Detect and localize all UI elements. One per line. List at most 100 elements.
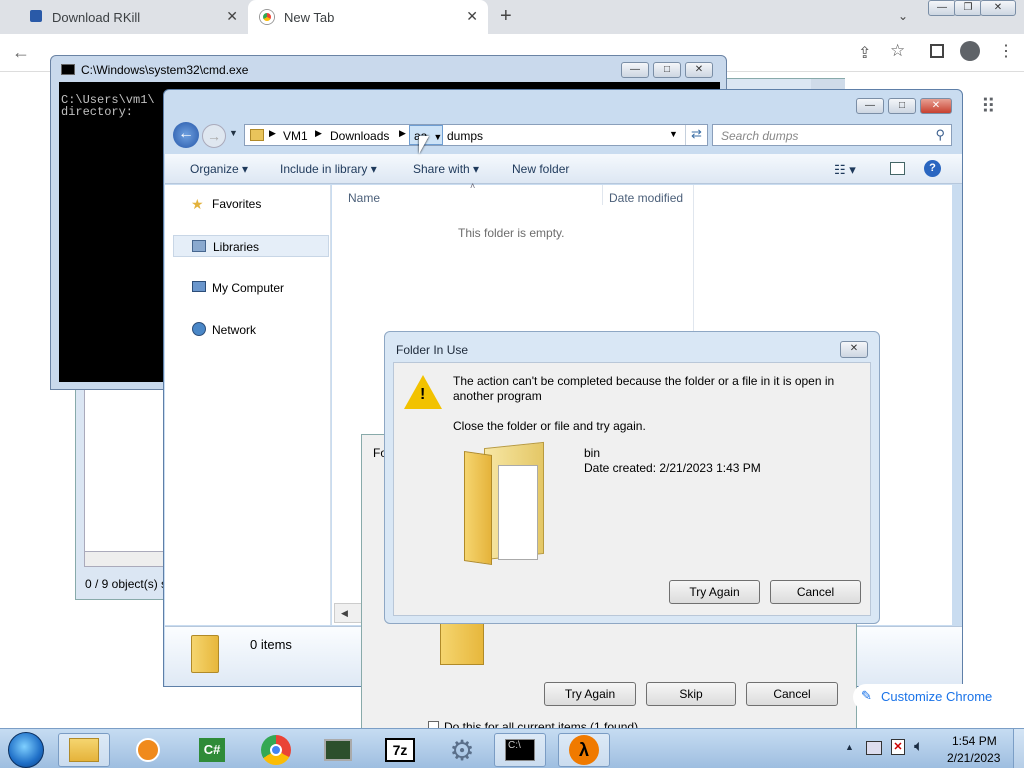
library-icon (192, 240, 206, 252)
cmd-minimize-button[interactable]: — (621, 62, 649, 78)
volume-icon[interactable]: 🔈︎ (914, 738, 924, 756)
try-again-button[interactable]: Try Again (669, 580, 760, 604)
csharp-icon: C# (199, 738, 225, 762)
show-hidden-icons-icon[interactable]: ▲ (845, 742, 854, 752)
column-name[interactable]: Name (348, 191, 380, 205)
organize-menu[interactable]: Organize ▾ (190, 162, 248, 176)
tab-label: New Tab (284, 9, 335, 25)
cmd-icon (61, 64, 75, 75)
command-bar: Organize ▾ Include in library ▾ Share wi… (165, 154, 962, 184)
cmd-close-button[interactable]: ✕ (685, 62, 713, 78)
search-input[interactable]: Search dumps ⚲ (712, 124, 952, 146)
clock-date[interactable]: 2/21/2023 (947, 751, 1000, 765)
tab-label: Download RKill (52, 9, 141, 25)
horizontal-scrollbar[interactable]: ◀ (334, 603, 364, 623)
side-panel-icon[interactable] (930, 44, 944, 58)
taskbar-task-manager[interactable] (312, 733, 364, 767)
breadcrumb-dumps[interactable]: dumps (447, 129, 483, 143)
try-again-button[interactable]: Try Again (544, 682, 636, 706)
horizontal-scrollbar[interactable] (84, 551, 164, 567)
cmd-title: C:\Windows\system32\cmd.exe (81, 63, 249, 77)
nav-libraries[interactable]: Libraries (173, 235, 329, 257)
new-folder-button[interactable]: New folder (512, 162, 569, 176)
close-window-button[interactable]: ✕ (980, 0, 1016, 16)
taskbar-settings[interactable]: ⚙ (436, 733, 488, 767)
preview-pane-icon[interactable] (890, 162, 905, 175)
nav-favorites[interactable]: ★ Favorites (165, 193, 329, 215)
pencil-icon: ✎ (861, 688, 872, 703)
computer-icon (192, 281, 206, 292)
mouse-cursor-icon (419, 136, 429, 154)
breadcrumb-vm1[interactable]: VM1 (283, 129, 308, 143)
back-arrow-icon[interactable]: ← (12, 42, 30, 63)
chrome-favicon-icon (260, 10, 274, 24)
bookmark-star-icon[interactable]: ☆ (890, 41, 905, 61)
customize-chrome-button[interactable]: ✎ Customize Chrome (853, 684, 1011, 710)
taskbar-half-life[interactable]: λ (558, 733, 610, 767)
action-center-icon[interactable]: ✕ (891, 739, 905, 755)
search-icon: ⚲ (935, 127, 945, 142)
tab-search-chevron-icon[interactable]: ⌄ (898, 9, 908, 23)
show-desktop-button[interactable] (1013, 729, 1024, 768)
folder-icon (440, 621, 484, 665)
taskbar: C# 7z ⚙ C:\ λ ▲ ✕ 🔈︎ 1:54 PM 2/21/2023 (0, 728, 1024, 768)
taskbar-media-player[interactable] (122, 733, 174, 767)
dialog-close-button[interactable]: ✕ (840, 341, 868, 358)
dialog-message: The action can't be completed because th… (453, 374, 835, 403)
apps-grid-icon[interactable]: ⠿ (981, 94, 996, 119)
breadcrumb-downloads[interactable]: Downloads (330, 129, 389, 143)
restore-button[interactable]: ❐ (954, 0, 982, 16)
tab-download-rkill[interactable]: Download RKill ✕ (8, 0, 248, 34)
taskbar-chrome[interactable] (250, 733, 302, 767)
view-options-icon[interactable]: ☷ ▾ (834, 162, 856, 178)
help-icon[interactable]: ? (924, 160, 941, 177)
7zip-icon: 7z (385, 738, 415, 762)
taskbar-csharp[interactable]: C# (186, 733, 238, 767)
close-tab-icon[interactable]: ✕ (226, 8, 238, 25)
profile-avatar-icon[interactable] (960, 41, 980, 61)
explorer-maximize-button[interactable]: □ (888, 98, 916, 114)
address-bar[interactable]: ▶ VM1 ▶ Downloads ▶ aa ▼ dumps ▼ ⇄ (244, 124, 708, 146)
folder-in-use-dialog[interactable]: Folder In Use ✕ ! The action can't be co… (384, 331, 880, 624)
taskbar-7zip[interactable]: 7z (374, 733, 426, 767)
cancel-button[interactable]: Cancel (746, 682, 838, 706)
media-player-icon (136, 738, 160, 762)
share-icon[interactable]: ⇪ (858, 43, 871, 63)
refresh-icon[interactable]: ⇄ (685, 125, 707, 145)
cancel-button[interactable]: Cancel (770, 580, 861, 604)
explorer-minimize-button[interactable]: — (856, 98, 884, 114)
close-tab-icon[interactable]: ✕ (466, 8, 478, 25)
star-icon: ★ (191, 196, 204, 212)
taskbar-explorer[interactable] (58, 733, 110, 767)
recent-dropdown-icon[interactable]: ▼ (229, 128, 238, 138)
include-in-library-menu[interactable]: Include in library ▾ (280, 162, 377, 176)
behind-status: 0 / 9 object(s) s (85, 577, 168, 591)
sort-indicator-icon: ˄ (470, 181, 476, 191)
cmd-maximize-button[interactable]: □ (653, 62, 681, 78)
new-tab-icon[interactable]: + (500, 5, 512, 28)
tab-new-tab[interactable]: New Tab ✕ (248, 0, 488, 34)
monitor-icon (324, 739, 352, 761)
share-with-menu[interactable]: Share with ▾ (413, 162, 479, 176)
back-arrow-icon[interactable]: ← (173, 122, 199, 148)
rkill-favicon-icon (30, 10, 42, 22)
taskbar-cmd[interactable]: C:\ (494, 733, 546, 767)
forward-arrow-icon[interactable]: → (202, 124, 226, 148)
explorer-close-button[interactable]: ✕ (920, 98, 952, 114)
column-divider (602, 185, 603, 205)
start-button[interactable] (8, 732, 44, 768)
skip-button[interactable]: Skip (646, 682, 736, 706)
minimize-button[interactable]: — (928, 0, 956, 16)
chrome-icon (261, 735, 291, 765)
dialog-body: ! The action can't be completed because … (393, 362, 871, 616)
item-count: 0 items (250, 637, 292, 652)
menu-kebab-icon[interactable]: ⋮ (998, 41, 1014, 61)
dialog-title: Folder In Use (396, 343, 469, 357)
nav-network[interactable]: Network (165, 319, 329, 341)
column-date-modified[interactable]: Date modified (609, 191, 683, 205)
nav-my-computer[interactable]: My Computer (165, 277, 329, 299)
address-history-dropdown-icon[interactable]: ▼ (669, 129, 678, 139)
clock-time[interactable]: 1:54 PM (952, 734, 997, 748)
network-tray-icon[interactable] (866, 741, 882, 755)
navigation-pane: ★ Favorites Libraries My Computer Networ… (165, 185, 331, 625)
